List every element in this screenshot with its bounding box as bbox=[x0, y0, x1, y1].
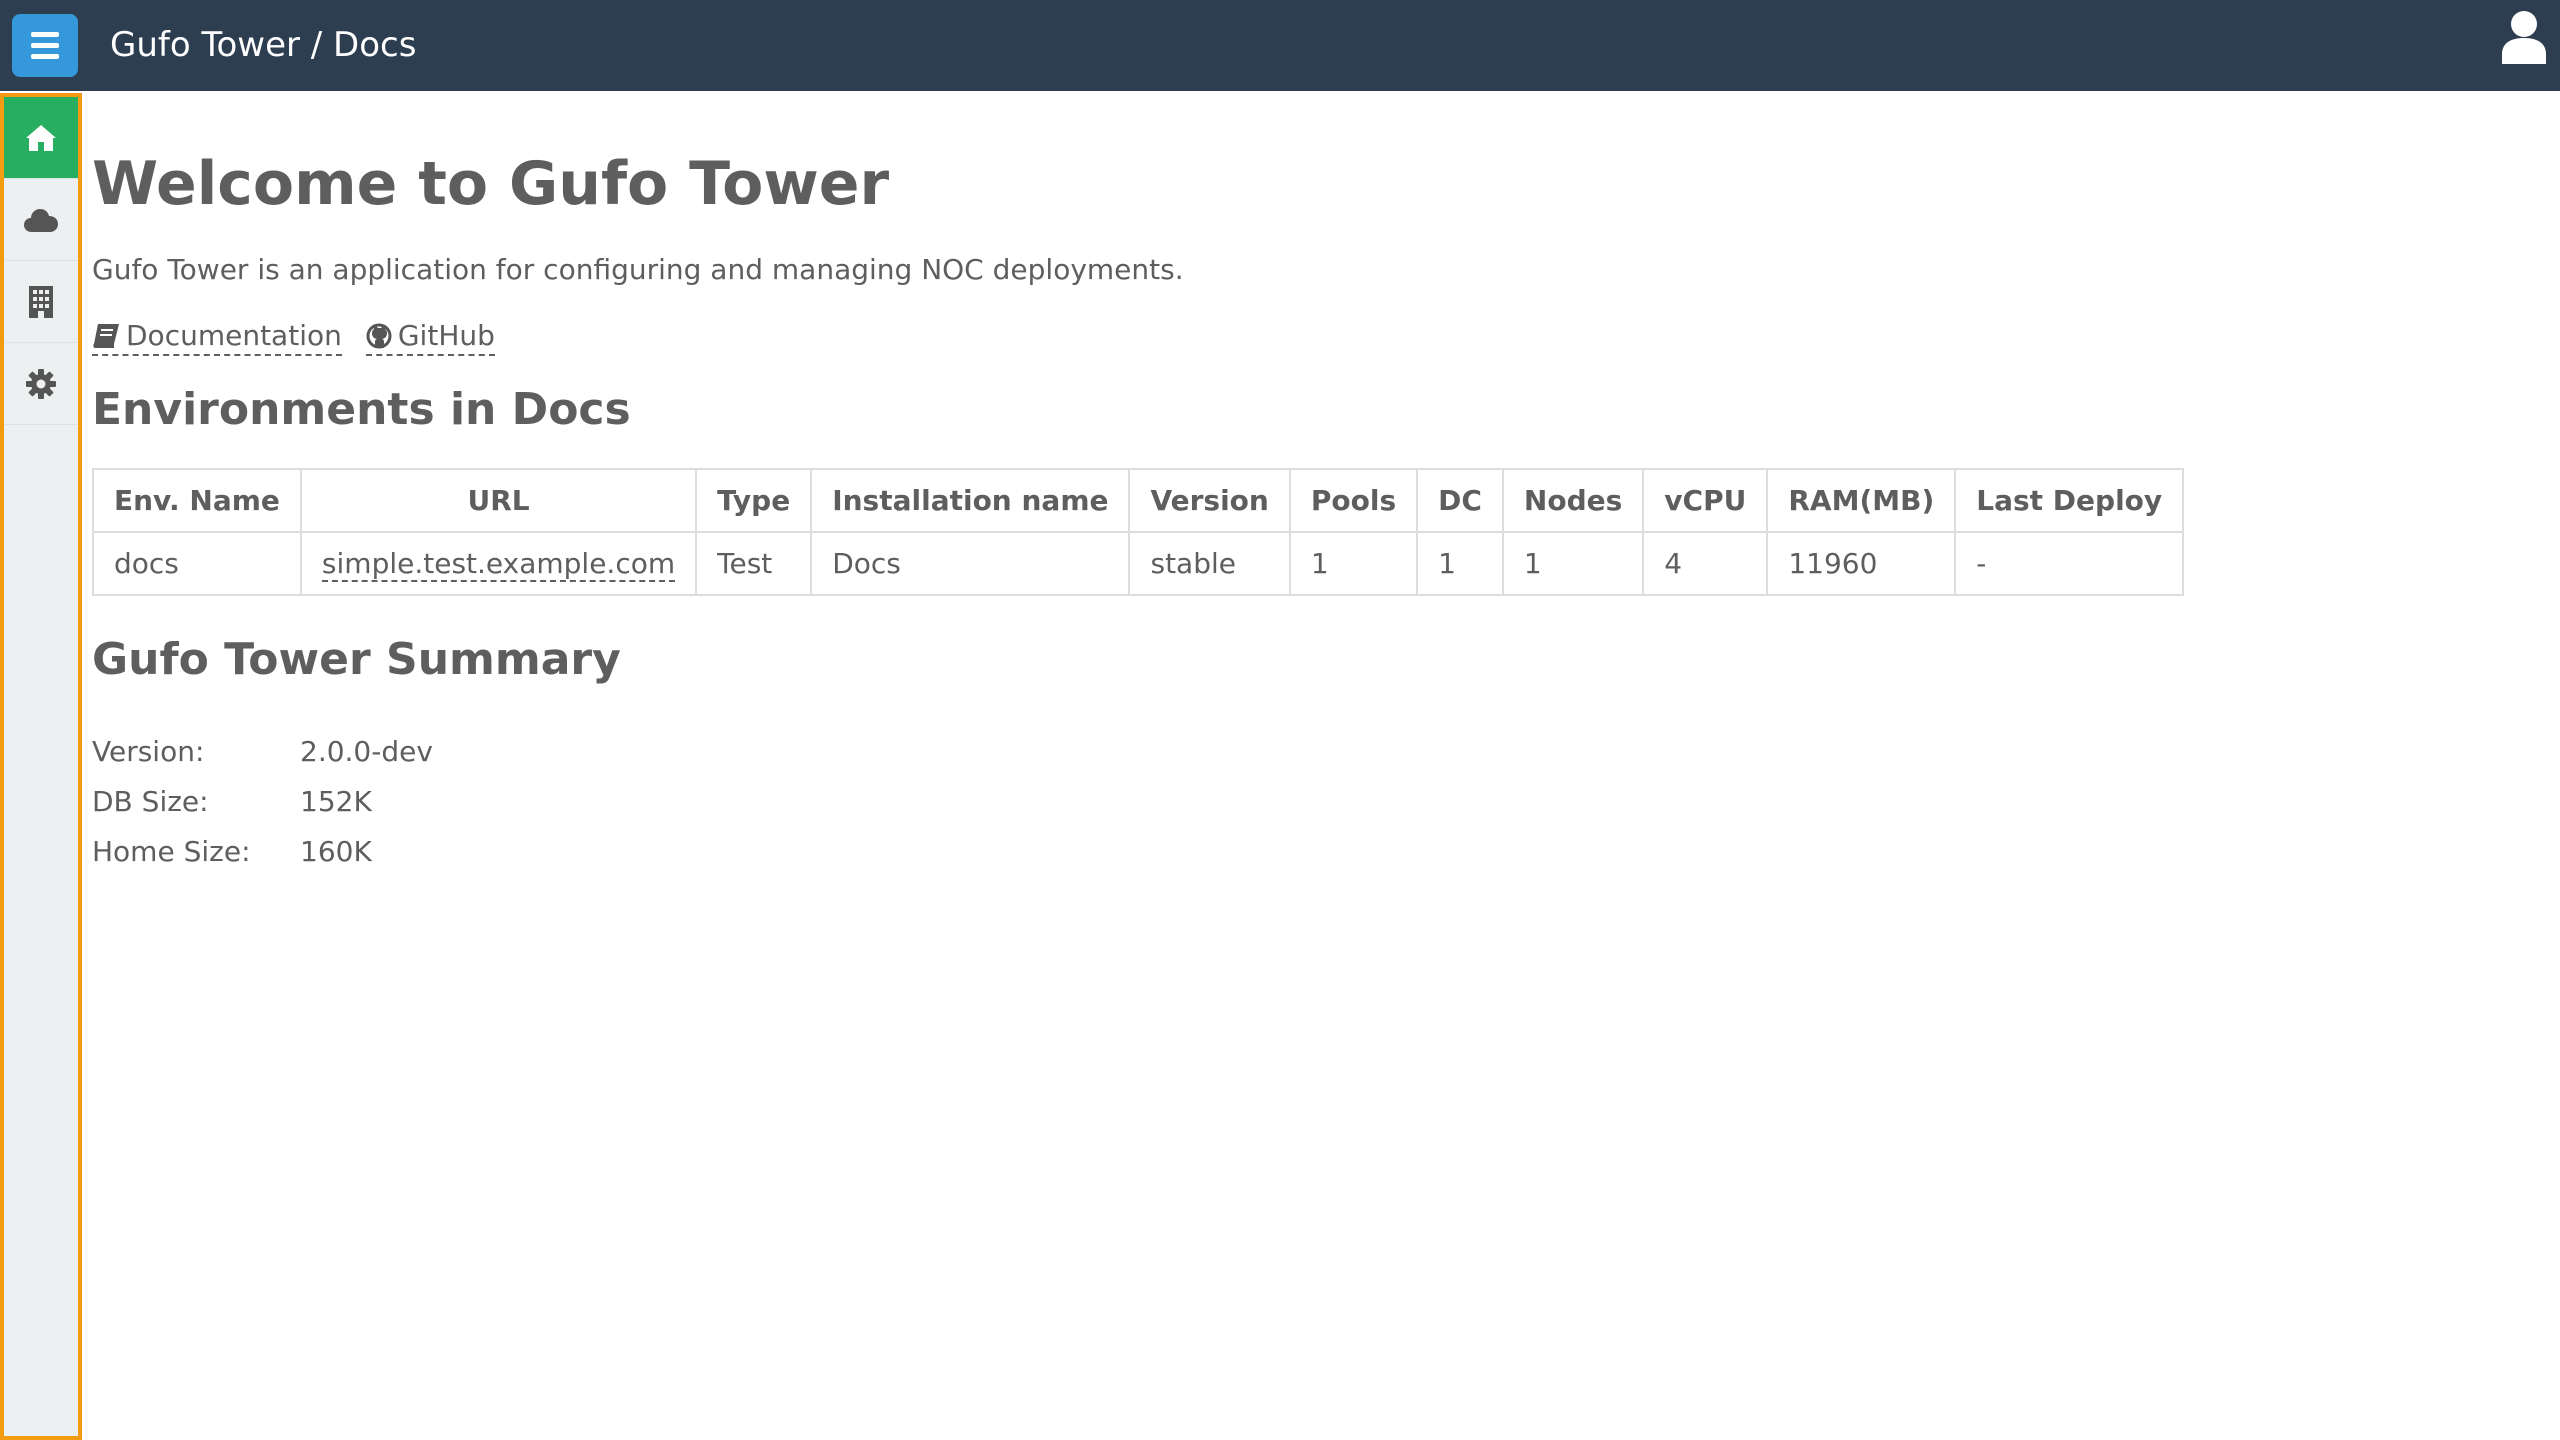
column-header: DC bbox=[1416, 468, 1504, 533]
sidebar bbox=[0, 93, 82, 1440]
building-icon bbox=[29, 285, 53, 318]
env-url-link[interactable]: simple.test.example.com bbox=[321, 547, 676, 582]
column-header: URL bbox=[299, 468, 698, 533]
sidebar-item-settings[interactable] bbox=[4, 343, 78, 425]
table-row: docs simple.test.example.com Test Docs s… bbox=[92, 531, 2185, 596]
summary-heading: Gufo Tower Summary bbox=[92, 634, 621, 685]
env-type-cell: Test bbox=[695, 531, 813, 596]
summary-row-db-size: DB Size: 152K bbox=[92, 776, 2532, 826]
env-last-deploy-cell: - bbox=[1954, 531, 2185, 596]
env-name-cell: docs bbox=[92, 531, 302, 596]
hamburger-menu-button[interactable] bbox=[12, 14, 78, 77]
env-nodes-cell: 1 bbox=[1501, 531, 1645, 596]
page-title: Welcome to Gufo Tower bbox=[92, 149, 890, 219]
environments-heading: Environments in Docs bbox=[92, 384, 631, 435]
column-header: Nodes bbox=[1501, 468, 1645, 533]
top-navbar: Gufo Tower / Docs bbox=[0, 0, 2560, 91]
env-ram-cell: 11960 bbox=[1766, 531, 1957, 596]
column-header: Pools bbox=[1288, 468, 1419, 533]
db-size-label: DB Size: bbox=[92, 784, 209, 818]
sidebar-item-cloud[interactable] bbox=[4, 179, 78, 261]
sidebar-item-home[interactable] bbox=[4, 97, 78, 179]
column-header: Env. Name bbox=[92, 468, 302, 533]
env-version-cell: stable bbox=[1128, 531, 1291, 596]
summary-row-home-size: Home Size: 160K bbox=[92, 826, 2532, 876]
user-menu-button[interactable] bbox=[2500, 10, 2548, 64]
hamburger-menu-icon-bar bbox=[31, 54, 59, 59]
book-icon bbox=[93, 324, 119, 348]
db-size-value: 152K bbox=[300, 784, 372, 818]
home-size-value: 160K bbox=[300, 834, 372, 868]
summary-row-version: Version: 2.0.0-dev bbox=[92, 726, 2532, 776]
summary-list: Version: 2.0.0-dev DB Size: 152K Home Si… bbox=[92, 726, 2532, 876]
intro-text: Gufo Tower is an application for configu… bbox=[92, 253, 1184, 286]
version-value: 2.0.0-dev bbox=[300, 734, 433, 768]
documentation-link[interactable]: Documentation bbox=[92, 318, 342, 356]
github-icon bbox=[366, 323, 392, 349]
resource-links: Documentation GitHub bbox=[92, 318, 2532, 356]
table-header-row: Env. Name URL Type Installation name Ver… bbox=[92, 468, 2185, 533]
hamburger-menu-icon bbox=[31, 32, 59, 37]
documentation-link-label: Documentation bbox=[126, 319, 342, 352]
environments-table: Env. Name URL Type Installation name Ver… bbox=[92, 468, 2185, 596]
user-icon bbox=[2502, 11, 2546, 64]
env-vcpu-cell: 4 bbox=[1642, 531, 1769, 596]
github-link[interactable]: GitHub bbox=[365, 318, 495, 356]
column-header: Last Deploy bbox=[1954, 468, 2185, 533]
env-installation-cell: Docs bbox=[810, 531, 1131, 596]
column-header: vCPU bbox=[1642, 468, 1769, 533]
column-header: RAM(MB) bbox=[1766, 468, 1957, 533]
env-url-cell: simple.test.example.com bbox=[299, 531, 698, 596]
hamburger-menu-icon-bar bbox=[31, 43, 59, 48]
env-pools-cell: 1 bbox=[1288, 531, 1419, 596]
main-content: Welcome to Gufo Tower Gufo Tower is an a… bbox=[92, 91, 2532, 876]
sidebar-item-buildings[interactable] bbox=[4, 261, 78, 343]
env-dc-cell: 1 bbox=[1416, 531, 1504, 596]
app-breadcrumb-title: Gufo Tower / Docs bbox=[110, 25, 417, 65]
column-header: Version bbox=[1128, 468, 1291, 533]
gear-icon bbox=[26, 368, 56, 399]
home-icon bbox=[26, 124, 56, 151]
cloud-icon bbox=[24, 208, 58, 232]
home-size-label: Home Size: bbox=[92, 834, 251, 868]
column-header: Type bbox=[695, 468, 813, 533]
github-link-label: GitHub bbox=[397, 319, 495, 352]
version-label: Version: bbox=[92, 734, 205, 768]
column-header: Installation name bbox=[810, 468, 1131, 533]
